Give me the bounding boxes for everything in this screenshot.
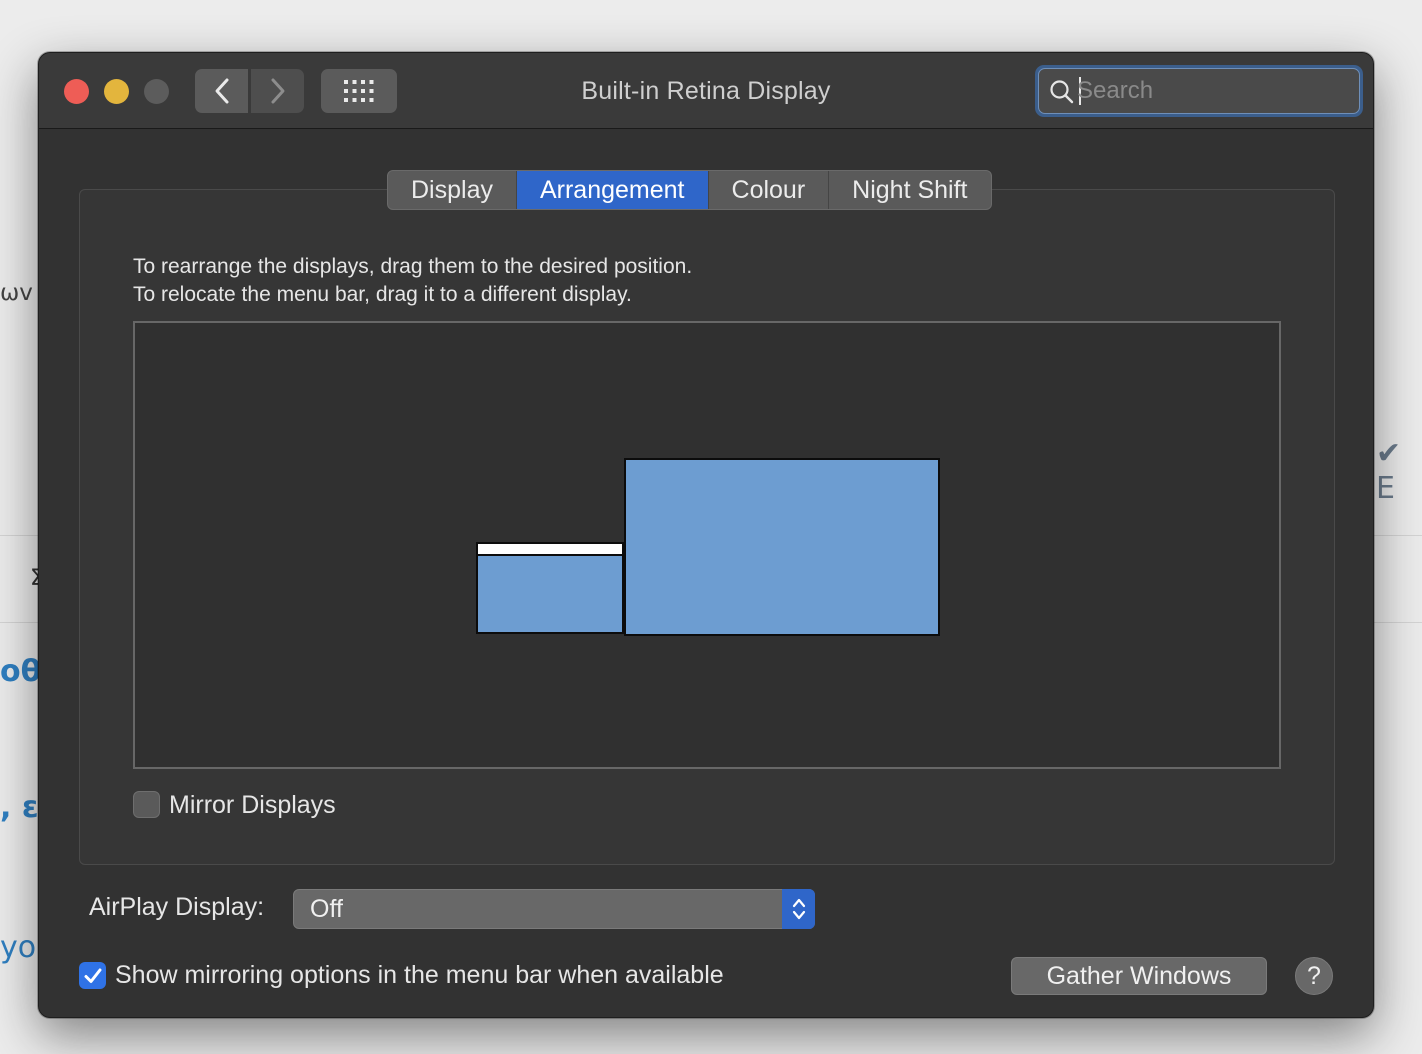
up-down-chevron-icon bbox=[792, 898, 805, 920]
tab-night-shift[interactable]: Night Shift bbox=[829, 171, 990, 209]
bg-divider bbox=[1374, 535, 1422, 536]
instruction-line: To relocate the menu bar, drag it to a d… bbox=[133, 283, 632, 306]
display-arrangement-area bbox=[133, 321, 1281, 769]
display-thumbnail-builtin[interactable] bbox=[476, 542, 624, 634]
show-mirroring-label: Show mirroring options in the menu bar w… bbox=[115, 961, 724, 989]
popup-arrows bbox=[782, 889, 815, 929]
search-field-focus-ring bbox=[1035, 65, 1363, 117]
bg-text-fragment: ✔ E bbox=[1376, 436, 1402, 506]
bg-text-fragment: oθ bbox=[0, 654, 42, 689]
mirror-displays-label: Mirror Displays bbox=[169, 791, 336, 819]
preferences-window: Built-in Retina Display Display Arrangem… bbox=[38, 52, 1374, 1018]
search-input[interactable] bbox=[1077, 73, 1347, 109]
show-mirroring-checkbox[interactable] bbox=[79, 962, 106, 989]
airplay-display-label: AirPlay Display: bbox=[89, 893, 265, 921]
bg-divider bbox=[1374, 622, 1422, 623]
magnifier-icon bbox=[1050, 80, 1074, 104]
help-button[interactable]: ? bbox=[1295, 957, 1333, 995]
airplay-display-select[interactable]: Off bbox=[293, 889, 815, 929]
mirror-displays-checkbox[interactable] bbox=[133, 791, 160, 818]
menu-bar-handle[interactable] bbox=[478, 544, 622, 556]
tab-bar: Display Arrangement Colour Night Shift bbox=[387, 170, 992, 210]
tab-arrangement[interactable]: Arrangement bbox=[516, 171, 709, 209]
search-field[interactable] bbox=[1038, 68, 1360, 114]
title-bar: Built-in Retina Display bbox=[39, 53, 1373, 129]
bg-divider bbox=[0, 535, 38, 536]
airplay-selected-value: Off bbox=[310, 895, 343, 923]
instruction-line: To rearrange the displays, drag them to … bbox=[133, 255, 693, 278]
tab-colour[interactable]: Colour bbox=[709, 171, 830, 209]
display-thumbnail-external[interactable] bbox=[624, 458, 940, 636]
checkmark-icon bbox=[84, 968, 101, 983]
bg-divider bbox=[0, 622, 38, 623]
bg-text-fragment: ωv bbox=[0, 280, 33, 306]
gather-windows-button[interactable]: Gather Windows bbox=[1011, 957, 1267, 995]
tab-display[interactable]: Display bbox=[388, 171, 517, 209]
arrangement-instructions: To rearrange the displays, drag them to … bbox=[133, 253, 692, 309]
